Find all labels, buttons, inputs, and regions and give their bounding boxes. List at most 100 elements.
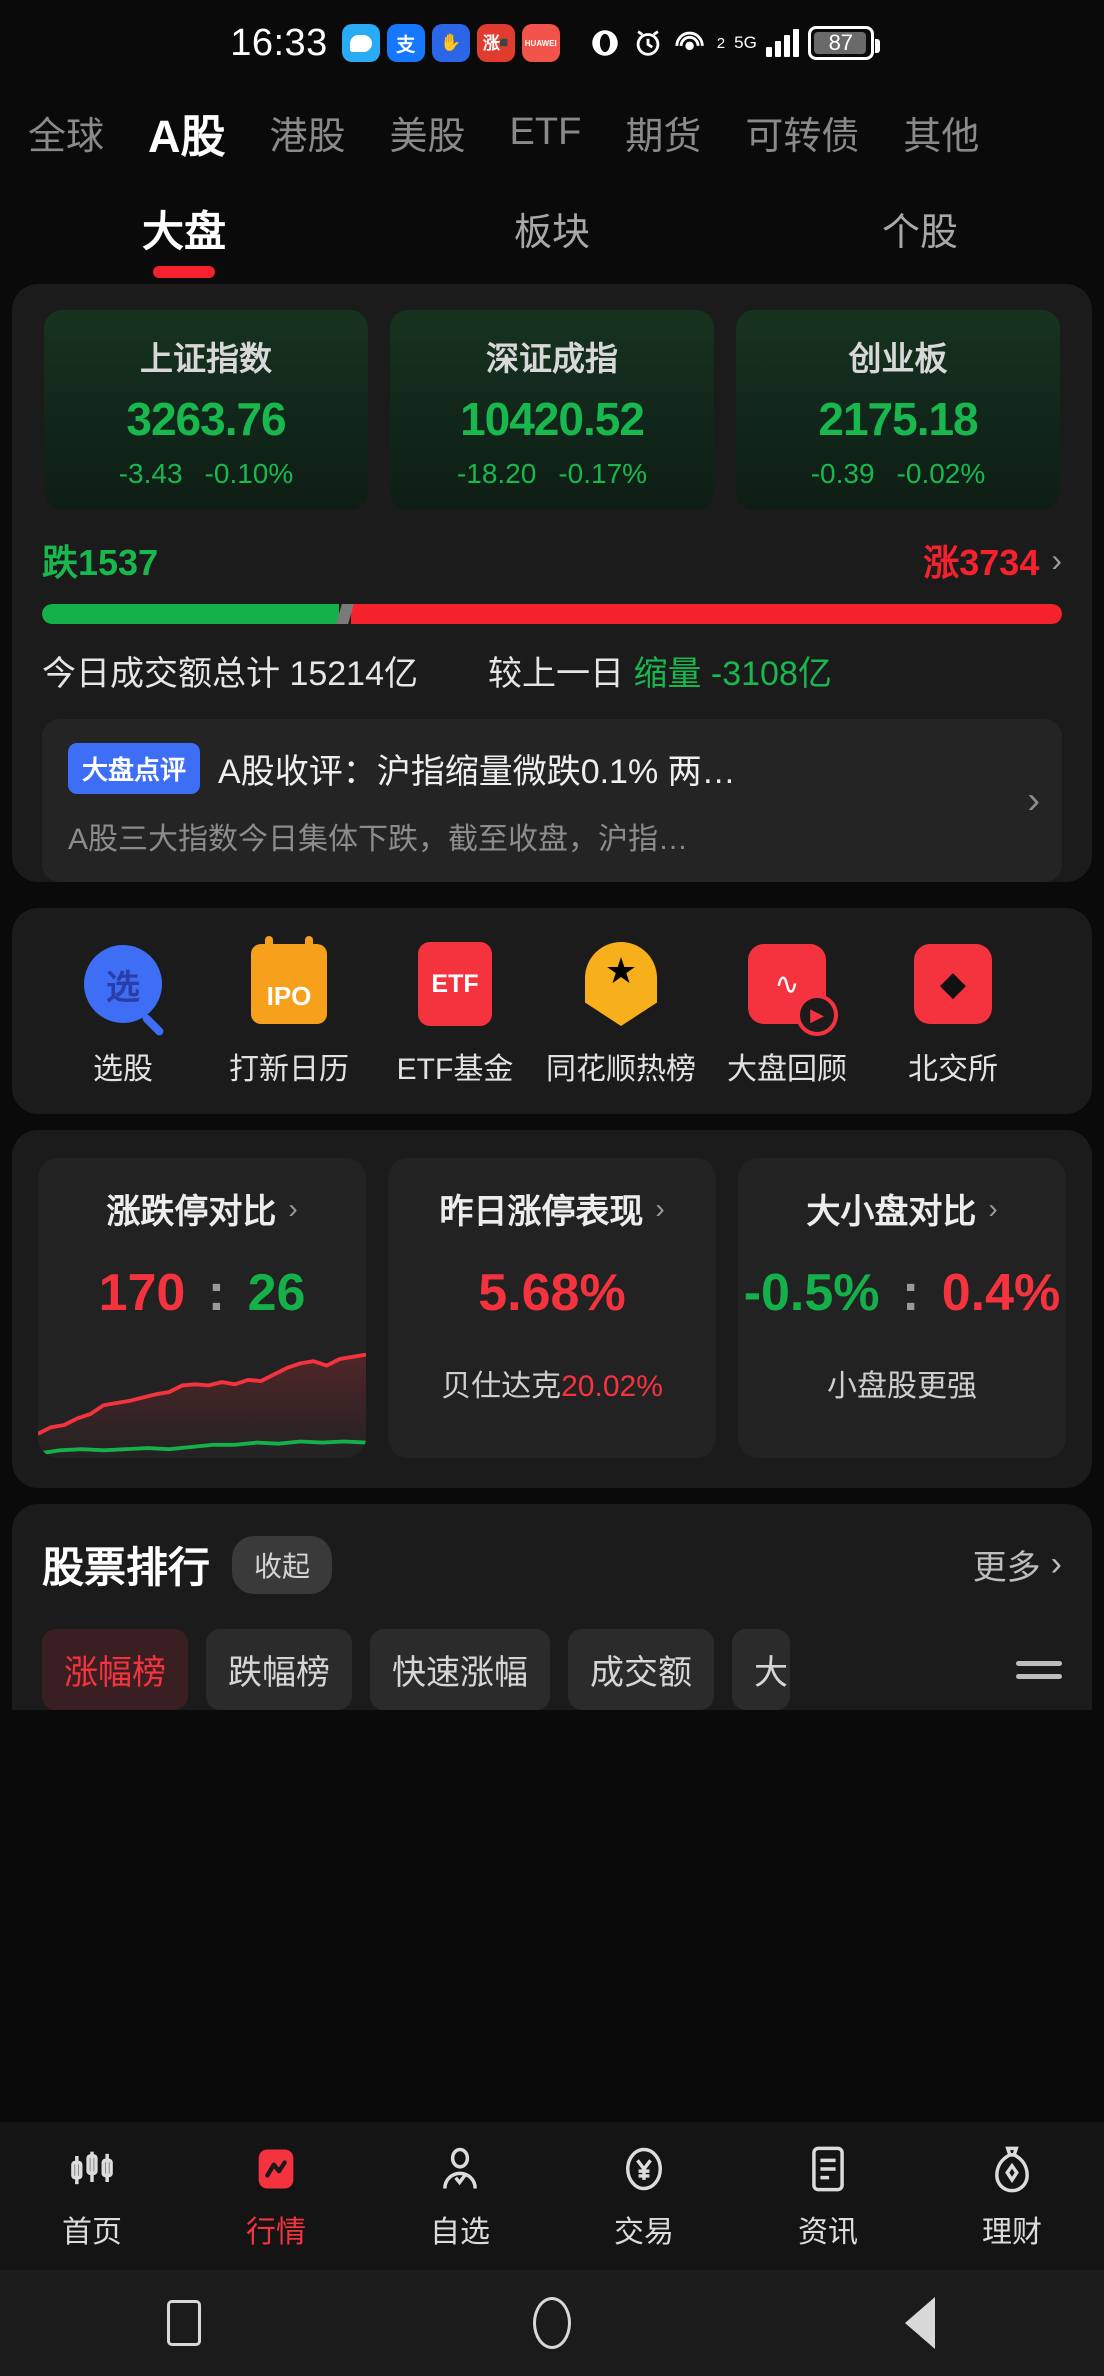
ipo-calendar-icon: IPO xyxy=(247,936,331,1026)
quick-action-hot-list[interactable]: ★ 同花顺热榜 xyxy=(538,942,704,1088)
bottom-nav-label: 首页 xyxy=(62,2216,122,2249)
bottom-nav-trade[interactable]: 交易 xyxy=(552,2141,736,2251)
breadth-up-count[interactable]: 涨3734 › xyxy=(923,534,1062,586)
alarm-icon xyxy=(636,30,660,56)
index-name: 创业板 xyxy=(848,340,948,377)
app-screen: 16:33 支 ✋ 涨 ⬛ HUAWEI 2 5G 87 全球 A股 港股 美股… xyxy=(0,0,1104,2376)
android-navigation-bar[interactable] xyxy=(0,2270,1104,2376)
stat-sub-name: 贝仕达克 xyxy=(441,1370,562,1403)
market-tab-convertible[interactable]: 可转债 xyxy=(745,105,859,160)
quick-action-label: 选股 xyxy=(93,1053,153,1086)
wechat-icon xyxy=(341,24,380,62)
quick-action-etf-fund[interactable]: ETF ETF基金 xyxy=(372,942,538,1088)
chevron-right-icon: › xyxy=(1051,541,1062,578)
stat-card-cap-compare[interactable]: 大小盘对比 › -0.5% : 0.4% 小盘股更强 xyxy=(738,1158,1066,1458)
huawei-app-icon: HUAWEI xyxy=(521,24,560,62)
bottom-nav-quotes[interactable]: 行情 xyxy=(184,2141,368,2251)
ranking-header: 股票排行 收起 更多 › xyxy=(42,1534,1062,1595)
chevron-right-icon: › xyxy=(1050,1545,1062,1583)
collapse-button[interactable]: 收起 xyxy=(232,1535,333,1594)
bottom-navigation[interactable]: 首页 行情 自选 交易 资讯 理财 xyxy=(0,2122,1104,2270)
market-tab-global[interactable]: 全球 xyxy=(28,105,104,160)
sub-tab-sector[interactable]: 板块 xyxy=(368,172,736,284)
zhang-app-icon: 涨 ⬛ xyxy=(476,24,515,62)
turnover-compare-state: 缩量 xyxy=(633,655,702,693)
sub-tab-market[interactable]: 大盘 xyxy=(0,172,368,284)
index-change: -3.43 xyxy=(118,458,183,489)
stat-card-title: 涨跌停对比 xyxy=(106,1193,277,1231)
market-tab-other[interactable]: 其他 xyxy=(903,105,979,160)
ranking-filter-chips[interactable]: 涨幅榜 跌幅榜 快速涨幅 成交额 大 xyxy=(42,1629,1062,1710)
alipay-icon: 支 xyxy=(386,24,425,62)
chevron-right-icon: › xyxy=(655,1192,665,1224)
market-tab-etf[interactable]: ETF xyxy=(510,111,582,154)
bottom-nav-label: 交易 xyxy=(614,2216,674,2249)
stat-card-title: 昨日涨停表现 xyxy=(439,1193,644,1231)
bottom-nav-news[interactable]: 资讯 xyxy=(736,2141,920,2251)
quick-action-market-review[interactable]: ∿ ▶ 大盘回顾 xyxy=(704,942,870,1088)
index-card-shenzhen[interactable]: 深证成指 10420.52 -18.20 -0.17% xyxy=(390,310,714,510)
quick-action-label: ETF基金 xyxy=(396,1053,514,1086)
stat-value-a: 5.68% xyxy=(478,1264,626,1322)
more-link[interactable]: 更多 › xyxy=(973,1540,1062,1589)
news-card[interactable]: 大盘点评 A股收评：沪指缩量微跌0.1% 两… A股三大指数今日集体下跌，截至收… xyxy=(42,719,1062,882)
index-change: -18.20 xyxy=(456,458,537,489)
quick-action-label: 大盘回顾 xyxy=(727,1053,847,1086)
news-summary: A股三大指数今日集体下跌，截至收盘，沪指… xyxy=(68,823,689,856)
chip-fast-gain[interactable]: 快速涨幅 xyxy=(370,1629,550,1710)
home-circle-icon[interactable] xyxy=(524,2295,580,2351)
eye-icon xyxy=(592,30,618,56)
sub-tab-stock[interactable]: 个股 xyxy=(736,172,1104,284)
stat-value-b: 26 xyxy=(247,1264,306,1322)
market-tab-futures[interactable]: 期货 xyxy=(625,105,701,160)
index-delta: -18.20 -0.17% xyxy=(390,458,714,490)
stat-cards-panel: 涨跌停对比 › 170 : 26 昨日涨停表现 › 5.68% 贝仕达克20.0… xyxy=(12,1130,1092,1488)
etf-fund-icon: ETF xyxy=(413,942,497,1026)
market-tab-bar[interactable]: 全球 A股 港股 美股 ETF 期货 可转债 其他 xyxy=(0,86,1104,172)
bottom-nav-label: 理财 xyxy=(982,2216,1042,2249)
market-overview-panel: 上证指数 3263.76 -3.43 -0.10% 深证成指 10420.52 … xyxy=(12,284,1092,882)
turnover-row: 今日成交额总计 15214亿 较上一日 缩量 -3108亿 xyxy=(12,624,1092,701)
chevron-right-icon: › xyxy=(1027,779,1040,821)
signal-icon xyxy=(765,29,799,57)
index-card-chinext[interactable]: 创业板 2175.18 -0.39 -0.02% xyxy=(736,310,1060,510)
stat-value-a: -0.5% xyxy=(743,1264,880,1322)
index-delta: -0.39 -0.02% xyxy=(736,458,1060,490)
chip-turnover[interactable]: 成交额 xyxy=(568,1629,714,1710)
quick-actions-row[interactable]: 选 选股 IPO 打新日历 ETF ETF基金 ★ 同花顺热榜 ∿▶ 大盘回顾 xyxy=(12,908,1092,1114)
index-change-pct: -0.10% xyxy=(204,458,294,489)
hotspot-count: 2 xyxy=(716,34,726,52)
network-label: 5G xyxy=(734,33,757,52)
chevron-right-icon: › xyxy=(288,1192,298,1224)
battery-icon: 87 xyxy=(807,26,880,60)
ranking-title: 股票排行 xyxy=(42,1544,211,1591)
index-price: 3263.76 xyxy=(126,393,286,445)
market-tab-us[interactable]: 美股 xyxy=(390,105,466,160)
chip-losers[interactable]: 跌幅榜 xyxy=(206,1629,352,1710)
bottom-nav-home[interactable]: 首页 xyxy=(0,2141,184,2251)
quick-action-label: 打新日历 xyxy=(229,1053,349,1086)
quick-action-beijing-exchange[interactable]: ◆ 北交所 xyxy=(870,942,1036,1088)
stat-card-yesterday-limit[interactable]: 昨日涨停表现 › 5.68% 贝仕达克20.02% xyxy=(388,1158,716,1458)
chip-more-partial[interactable]: 大 xyxy=(732,1629,790,1710)
news-title: A股收评：沪指缩量微跌0.1% 两… xyxy=(218,753,736,791)
sub-tab-bar[interactable]: 大盘 板块 个股 xyxy=(0,172,1104,284)
chevron-right-icon: › xyxy=(988,1192,998,1224)
recents-square-icon[interactable] xyxy=(156,2295,212,2351)
back-triangle-icon[interactable] xyxy=(892,2295,948,2351)
bottom-nav-watchlist[interactable]: 自选 xyxy=(368,2141,552,2251)
index-price: 10420.52 xyxy=(460,393,645,445)
market-tab-hk[interactable]: 港股 xyxy=(270,105,346,160)
bottom-nav-wealth[interactable]: 理财 xyxy=(920,2141,1104,2251)
hamburger-menu-icon[interactable] xyxy=(1006,1660,1062,1679)
wealth-bag-icon xyxy=(984,2141,1040,2197)
turnover-total: 今日成交额总计 15214亿 xyxy=(42,655,418,693)
index-card-shanghai[interactable]: 上证指数 3263.76 -3.43 -0.10% xyxy=(44,310,368,510)
quick-action-stock-picker[interactable]: 选 选股 xyxy=(40,942,206,1088)
market-tab-a-shares[interactable]: A股 xyxy=(148,100,226,165)
stat-card-limit-compare[interactable]: 涨跌停对比 › 170 : 26 xyxy=(38,1158,366,1458)
market-breadth[interactable]: 跌1537 涨3734 › xyxy=(12,520,1092,624)
chip-gainers[interactable]: 涨幅榜 xyxy=(42,1629,188,1710)
quick-action-label: 同花顺热榜 xyxy=(546,1053,696,1086)
quick-action-ipo-calendar[interactable]: IPO 打新日历 xyxy=(206,936,372,1088)
